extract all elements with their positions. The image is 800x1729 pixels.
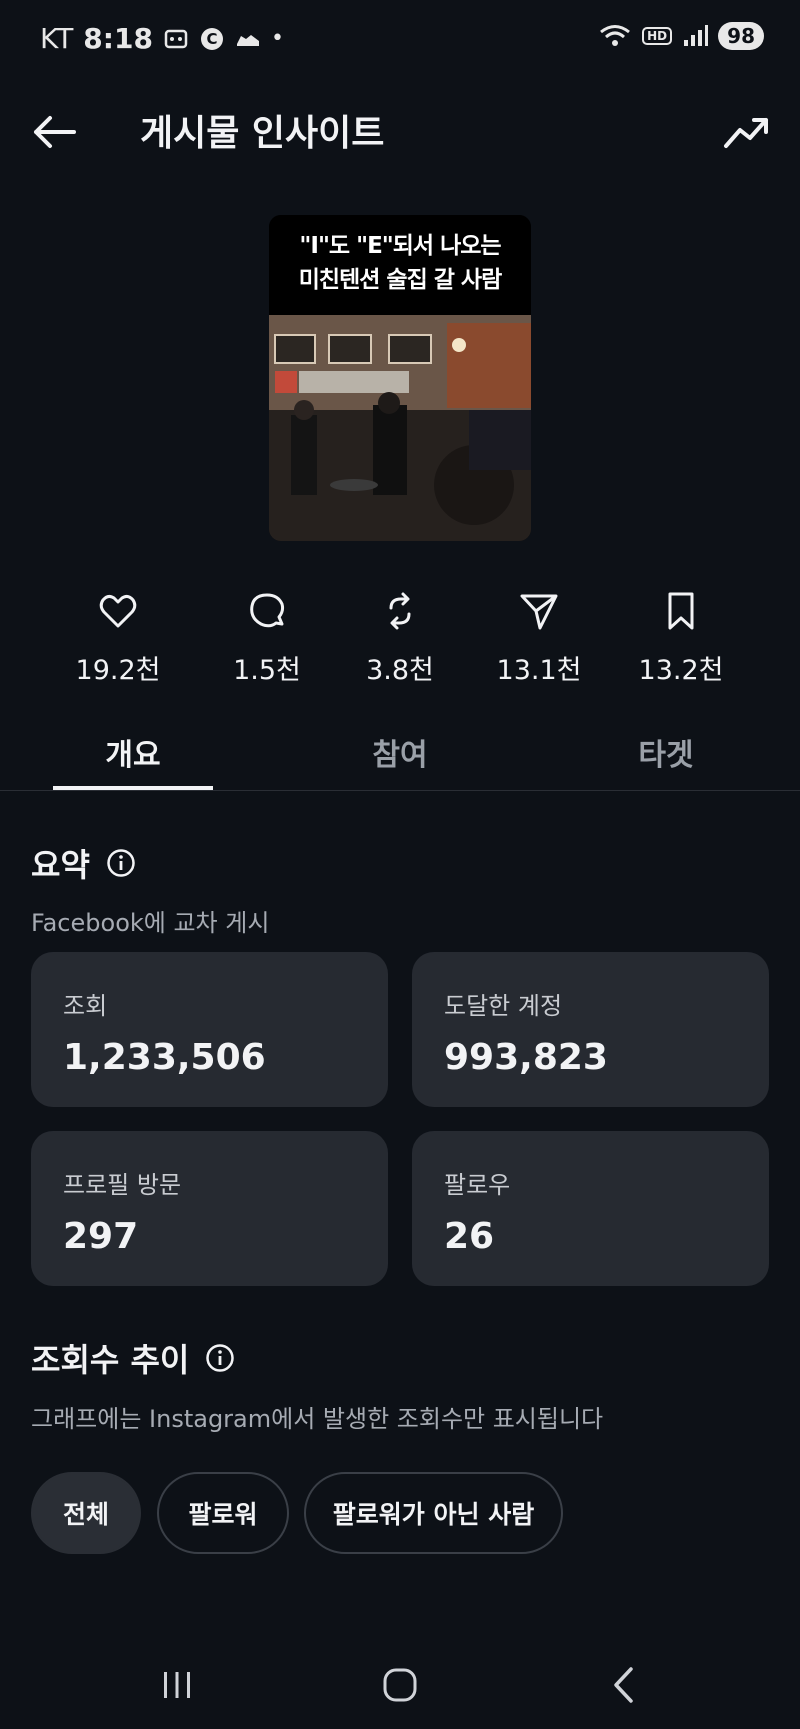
info-icon[interactable] <box>205 1343 235 1373</box>
views-trend-heading: 조회수 추이 <box>31 1335 235 1381</box>
profile-visits-value: 297 <box>63 1216 139 1257</box>
post-image <box>269 315 531 541</box>
page-title: 게시물 인사이트 <box>140 113 385 154</box>
follows-label: 팔로우 <box>444 1171 511 1199</box>
heart-icon <box>99 594 137 628</box>
reach-card: 도달한 계정 993,823 <box>412 952 769 1107</box>
shares-stat: 13.1천 <box>469 590 609 687</box>
back-nav-icon[interactable] <box>600 1660 650 1710</box>
status-bar-right: HD 98 <box>598 22 764 50</box>
follows-value: 26 <box>444 1216 495 1257</box>
reach-value: 993,823 <box>444 1037 608 1078</box>
likes-stat: 19.2천 <box>48 590 188 687</box>
views-trend-subtitle: 그래프에는 Instagram에서 발생한 조회수만 표시됩니다 <box>31 1405 604 1433</box>
reposts-count: 3.8천 <box>366 655 434 686</box>
home-icon[interactable] <box>375 1660 425 1710</box>
status-bar-left: KT 8:18 C • <box>40 22 284 55</box>
tab-divider <box>0 790 800 791</box>
back-arrow-icon[interactable] <box>30 108 78 156</box>
saves-stat: 13.2천 <box>611 590 751 687</box>
profile-visits-label: 프로필 방문 <box>63 1171 182 1199</box>
bookmark-icon <box>668 592 694 630</box>
trending-up-icon[interactable] <box>722 110 770 154</box>
views-trend-title: 조회수 추이 <box>31 1341 190 1379</box>
recent-apps-icon[interactable] <box>152 1660 202 1710</box>
hd-voice-badge: HD <box>642 27 673 45</box>
battery-level: 98 <box>718 22 764 50</box>
shares-count: 13.1천 <box>496 655 582 686</box>
caption-line-2: 미친텐션 술집 갈 사람 <box>298 267 502 293</box>
comments-stat: 1.5천 <box>197 590 337 687</box>
views-value: 1,233,506 <box>63 1037 266 1078</box>
notification-dot: • <box>270 26 284 51</box>
tab-engagement[interactable]: 참여 <box>320 730 480 774</box>
wifi-icon <box>600 25 631 46</box>
share-icon <box>520 594 558 630</box>
info-icon[interactable] <box>106 848 136 878</box>
caption-line-1: "I"도 "E"되서 나오는 <box>299 233 501 259</box>
clock: 8:18 <box>83 22 153 55</box>
views-label: 조회 <box>63 992 108 1020</box>
comment-icon <box>250 593 285 628</box>
summary-heading: 요약 <box>31 840 136 886</box>
reposts-stat: 3.8천 <box>330 590 470 687</box>
svg-text:C: C <box>206 30 217 48</box>
shoe-icon <box>236 34 259 46</box>
tab-audience[interactable]: 타겟 <box>586 730 746 774</box>
carrier-label: KT <box>40 22 74 55</box>
summary-subtitle: Facebook에 교차 게시 <box>31 909 270 937</box>
repost-icon <box>389 592 411 630</box>
filter-all-chip[interactable]: 전체 <box>31 1472 141 1554</box>
tab-overview[interactable]: 개요 <box>53 730 213 774</box>
screenshot-icon <box>164 29 188 48</box>
comments-count: 1.5천 <box>233 655 301 686</box>
filter-non-followers-chip[interactable]: 팔로워가 아닌 사람 <box>304 1472 563 1554</box>
c-circle-icon: C <box>200 27 223 50</box>
views-card: 조회 1,233,506 <box>31 952 388 1107</box>
reach-label: 도달한 계정 <box>444 992 563 1020</box>
post-thumbnail[interactable]: "I"도 "E"되서 나오는 미친텐션 술집 갈 사람 <box>269 215 531 541</box>
summary-title: 요약 <box>31 846 90 884</box>
filter-followers-chip[interactable]: 팔로워 <box>157 1472 289 1554</box>
follows-card: 팔로우 26 <box>412 1131 769 1286</box>
likes-count: 19.2천 <box>75 655 161 686</box>
profile-visits-card: 프로필 방문 297 <box>31 1131 388 1286</box>
signal-icon <box>684 25 709 46</box>
post-caption: "I"도 "E"되서 나오는 미친텐션 술집 갈 사람 <box>269 215 531 315</box>
saves-count: 13.2천 <box>638 655 724 686</box>
